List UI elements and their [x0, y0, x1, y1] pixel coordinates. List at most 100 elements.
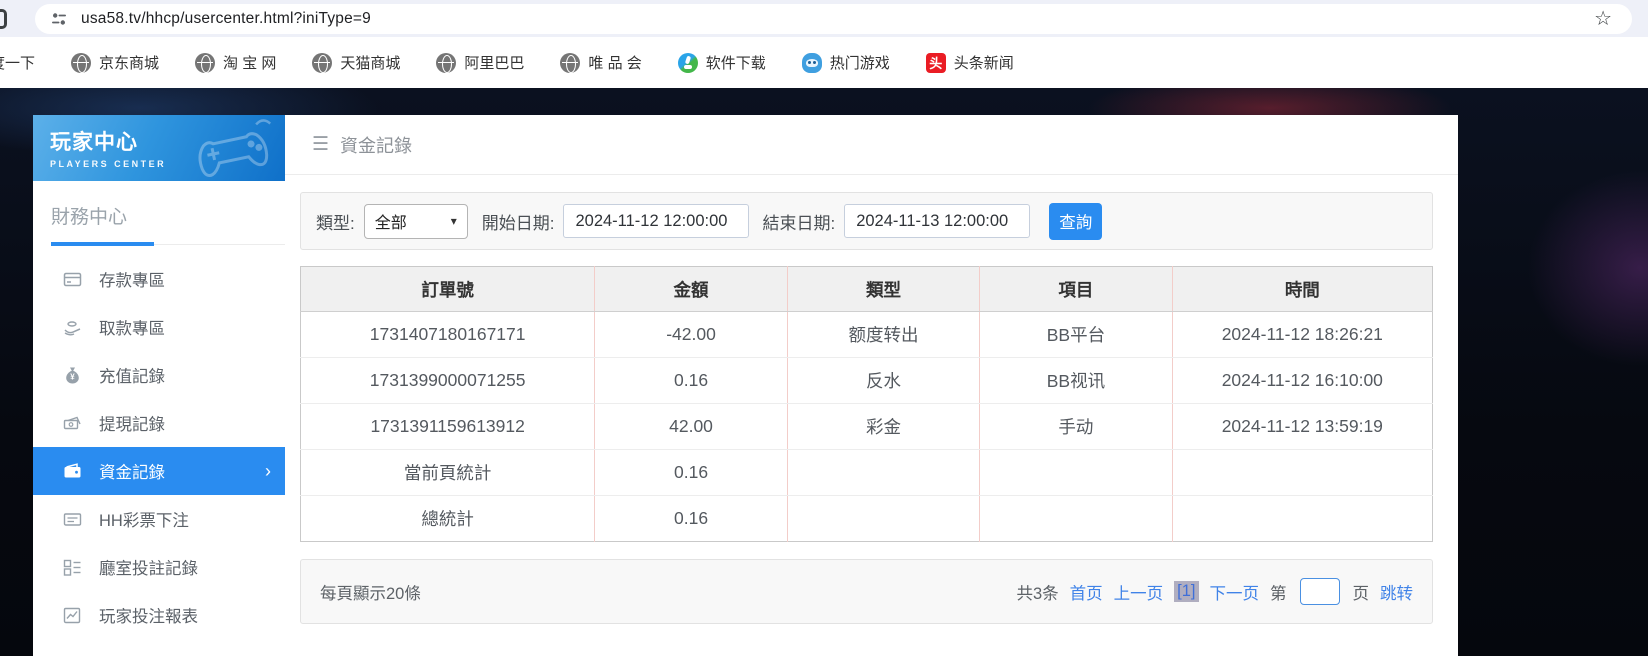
svg-text:¥: ¥: [70, 372, 75, 381]
pager: 共3条 首页 上一页 [1] 下一页 第 页 跳转: [1016, 578, 1413, 605]
software-download-favicon-icon: [678, 53, 698, 73]
jump-action-link[interactable]: 跳转: [1380, 580, 1413, 604]
sidebar-item-label: HH彩票下注: [99, 507, 271, 531]
cash-envelope-icon: [63, 414, 82, 433]
chevron-down-icon: ▾: [451, 214, 457, 228]
deposit-card-icon: [63, 270, 82, 289]
sidebar-item-label: 廳室投註記錄: [99, 555, 271, 579]
sidebar-item-hall-bet-record[interactable]: 廳室投註記錄: [33, 543, 285, 591]
start-date-input[interactable]: [563, 204, 749, 238]
sidebar-item-label: 提現記錄: [99, 411, 271, 435]
sidebar-item-recharge-record[interactable]: ¥ 充值記錄: [33, 351, 285, 399]
sidebar-item-funds-record[interactable]: 資金記錄 ›: [33, 447, 285, 495]
filter-bar: 類型: 全部 ▾ 開始日期: 結束日期: 查詢: [300, 192, 1433, 250]
table-row-page-summary: 當前頁統計 0.16: [301, 450, 1433, 496]
type-select[interactable]: 全部 ▾: [364, 204, 468, 239]
bookmark-item[interactable]: 淘 宝 网: [195, 52, 276, 73]
cell-empty: [787, 450, 979, 496]
sidebar-menu: 存款專區 取款專區 ¥ 充值記錄: [33, 255, 285, 639]
cell-empty: [787, 496, 979, 542]
end-date-input[interactable]: [844, 204, 1030, 238]
address-bar[interactable]: usa58.tv/hhcp/usercenter.html?iniType=9 …: [35, 4, 1632, 34]
first-page-link[interactable]: 首页: [1070, 580, 1103, 604]
bookmark-item[interactable]: 软件下载: [678, 52, 766, 73]
hall-record-icon: [63, 558, 82, 577]
bookmark-label: 头条新闻: [954, 52, 1014, 73]
bookmark-item[interactable]: 度一下: [0, 52, 35, 73]
cell-amount: 0.16: [595, 450, 787, 496]
jump-page-input[interactable]: [1300, 578, 1340, 605]
cell-empty: [980, 496, 1172, 542]
bookmark-label: 热门游戏: [830, 52, 890, 73]
page-size-text: 每頁顯示20條: [320, 580, 421, 604]
globe-favicon-icon: [71, 53, 91, 73]
table-row: 1731407180167171 -42.00 额度转出 BB平台 2024-1…: [301, 312, 1433, 358]
wallet-icon: [63, 462, 82, 481]
gamepad-icon: [190, 115, 284, 181]
table-header-row: 訂單號 金額 類型 項目 時間: [301, 267, 1433, 312]
search-button[interactable]: 查詢: [1049, 203, 1102, 240]
col-header-item: 項目: [980, 267, 1172, 312]
prev-page-link[interactable]: 上一页: [1114, 580, 1164, 604]
bookmark-item[interactable]: 阿里巴巴: [436, 52, 524, 73]
bookmarks-bar: 度一下 京东商城 淘 宝 网 天猫商城 阿里巴巴 唯 品 会 软件下载 热门游戏…: [0, 37, 1648, 88]
col-header-time: 時間: [1172, 267, 1432, 312]
bookmark-item[interactable]: 天猫商城: [312, 52, 400, 73]
globe-favicon-icon: [436, 53, 456, 73]
table-row: 1731391159613912 42.00 彩金 手动 2024-11-12 …: [301, 404, 1433, 450]
site-settings-icon[interactable]: [49, 9, 69, 29]
browser-top-bar: usa58.tv/hhcp/usercenter.html?iniType=9 …: [0, 0, 1648, 37]
table-row: 1731399000071255 0.16 反水 BB视讯 2024-11-12…: [301, 358, 1433, 404]
globe-favicon-icon: [560, 53, 580, 73]
start-date-label: 開始日期:: [482, 209, 555, 234]
bookmark-item[interactable]: 京东商城: [71, 52, 159, 73]
bookmark-item[interactable]: 唯 品 会: [560, 52, 641, 73]
sidebar: 玩家中心 PLAYERS CENTER 財務中心: [33, 115, 285, 656]
cell-amount: 42.00: [595, 404, 787, 450]
sidebar-item-withdrawal-record[interactable]: 提現記錄: [33, 399, 285, 447]
cell-amount: 0.16: [595, 496, 787, 542]
bookmark-label: 软件下载: [706, 52, 766, 73]
jump-suffix-label: 页: [1353, 580, 1370, 604]
user-center-panel: 玩家中心 PLAYERS CENTER 財務中心: [33, 115, 1458, 656]
cell-order-no: 1731391159613912: [301, 404, 595, 450]
funds-record-table: 訂單號 金額 類型 項目 時間 1731407180167171 -42.00 …: [300, 266, 1433, 542]
col-header-type: 類型: [787, 267, 979, 312]
bookmark-item[interactable]: 热门游戏: [802, 52, 890, 73]
cell-empty: [980, 450, 1172, 496]
url-text[interactable]: usa58.tv/hhcp/usercenter.html?iniType=9: [81, 10, 1594, 28]
chevron-right-icon: ›: [265, 461, 271, 482]
cell-time: 2024-11-12 18:26:21: [1172, 312, 1432, 358]
cell-summary-label: 總統計: [301, 496, 595, 542]
cell-item: 手动: [980, 404, 1172, 450]
hot-games-favicon-icon: [802, 53, 822, 73]
cell-empty: [1172, 450, 1432, 496]
bookmark-label: 阿里巴巴: [464, 52, 524, 73]
cell-type: 反水: [787, 358, 979, 404]
cell-type: 额度转出: [787, 312, 979, 358]
toutiao-favicon-icon: 头: [926, 53, 946, 73]
hamburger-icon[interactable]: ☰: [312, 133, 329, 156]
bookmark-item[interactable]: 头 头条新闻: [926, 52, 1014, 73]
sidebar-item-withdraw[interactable]: 取款專區: [33, 303, 285, 351]
col-header-amount: 金額: [595, 267, 787, 312]
bookmark-star-icon[interactable]: ☆: [1594, 6, 1612, 31]
sidebar-item-label: 玩家投注報表: [99, 603, 271, 627]
bookmark-label: 淘 宝 网: [223, 52, 276, 73]
pagination-bar: 每頁顯示20條 共3条 首页 上一页 [1] 下一页 第 页 跳转: [300, 559, 1433, 624]
cell-empty: [1172, 496, 1432, 542]
main-content: ☰ 資金記錄 類型: 全部 ▾ 開始日期: 結束日期: 查詢: [285, 115, 1458, 656]
money-bag-icon: ¥: [63, 366, 82, 385]
next-page-link[interactable]: 下一页: [1210, 580, 1260, 604]
sidebar-item-label: 充值記錄: [99, 363, 271, 387]
current-page-indicator: [1]: [1174, 581, 1198, 602]
cell-amount: 0.16: [595, 358, 787, 404]
sidebar-item-deposit[interactable]: 存款專區: [33, 255, 285, 303]
cell-time: 2024-11-12 16:10:00: [1172, 358, 1432, 404]
sidebar-item-hh-lottery-bets[interactable]: HH彩票下注: [33, 495, 285, 543]
cell-item: BB平台: [980, 312, 1172, 358]
sidebar-item-player-bet-report[interactable]: 玩家投注報表: [33, 591, 285, 639]
cell-order-no: 1731399000071255: [301, 358, 595, 404]
sidebar-item-label: 取款專區: [99, 315, 271, 339]
cell-amount: -42.00: [595, 312, 787, 358]
